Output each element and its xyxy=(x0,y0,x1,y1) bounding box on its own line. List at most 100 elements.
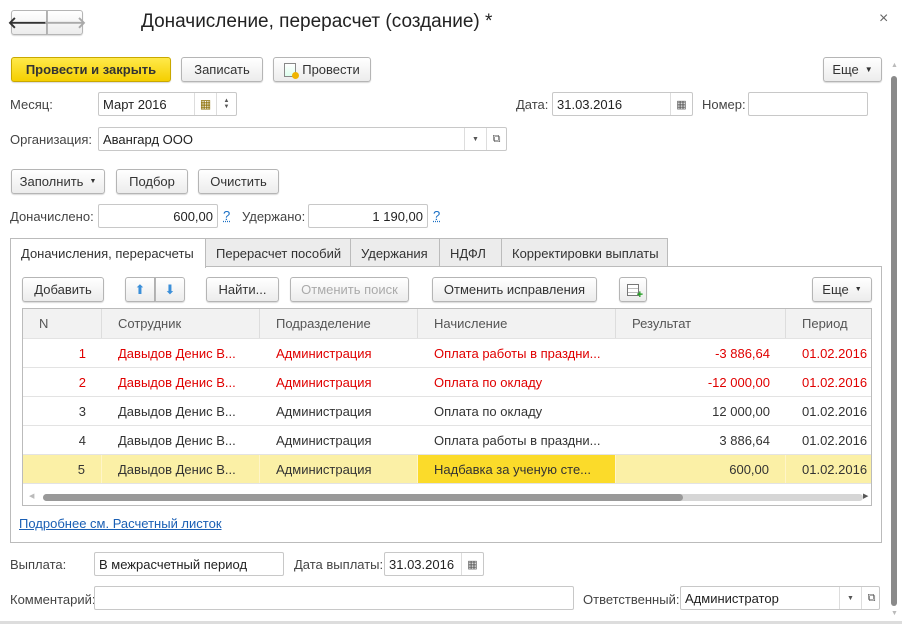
comment-field[interactable] xyxy=(94,586,574,610)
organization-field[interactable]: Авангард ООО ▼ ⧉ xyxy=(98,127,507,151)
post-and-close-button[interactable]: Провести и закрыть xyxy=(11,57,171,82)
responsible-field[interactable]: Администратор ▼ ⧉ xyxy=(680,586,880,610)
dropdown-icon[interactable]: ▼ xyxy=(464,128,486,150)
cell-accrual[interactable]: Оплата работы в праздни... xyxy=(418,339,616,367)
month-label: Месяц: xyxy=(10,97,53,112)
move-up-button[interactable]: ⬆ xyxy=(125,277,155,302)
header-col-result[interactable]: Результат xyxy=(616,309,786,338)
calendar-icon[interactable]: ▦ xyxy=(461,553,483,575)
cancel-corrections-button[interactable]: Отменить исправления xyxy=(432,277,597,302)
cell-period[interactable]: 01.02.2016 xyxy=(786,368,871,396)
cell-n[interactable]: 2 xyxy=(23,368,102,396)
cell-period[interactable]: 01.02.2016 xyxy=(786,397,871,425)
cell-n[interactable]: 5 xyxy=(23,455,102,483)
post-document-icon xyxy=(284,62,300,79)
number-field[interactable] xyxy=(748,92,868,116)
cell-department[interactable]: Администрация xyxy=(260,397,418,425)
move-down-button[interactable]: ⬇ xyxy=(155,277,185,302)
cell-department[interactable]: Администрация xyxy=(260,426,418,454)
header-col-department[interactable]: Подразделение xyxy=(260,309,418,338)
scroll-left-icon[interactable]: ◀ xyxy=(29,492,34,500)
cell-n[interactable]: 4 xyxy=(23,426,102,454)
calendar-icon[interactable]: ▦ xyxy=(194,93,216,115)
open-icon[interactable]: ⧉ xyxy=(861,587,881,609)
cell-employee[interactable]: Давыдов Денис В... xyxy=(102,339,260,367)
open-icon[interactable]: ⧉ xyxy=(486,128,506,150)
cell-accrual[interactable]: Оплата по окладу xyxy=(418,397,616,425)
accruals-table: N Сотрудник Подразделение Начисление Результ… xyxy=(22,308,872,506)
spin-down-icon[interactable]: ▼ xyxy=(224,104,230,110)
cell-result[interactable]: 12 000,00 xyxy=(616,397,786,425)
table-row[interactable]: 1 Давыдов Денис В... Администрация Оплата р… xyxy=(23,339,871,368)
arrow-up-icon: ⬆ xyxy=(134,281,146,297)
month-spinner[interactable]: ▲ ▼ xyxy=(216,93,236,115)
tab-payout-corrections[interactable]: Корректировки выплаты xyxy=(501,238,668,267)
cell-employee[interactable]: Давыдов Денис В... xyxy=(102,455,260,483)
date-field[interactable]: 31.03.2016 ▦ xyxy=(552,92,693,116)
vertical-scrollbar[interactable]: ▲ ▼ xyxy=(889,62,900,622)
table-row[interactable]: 4 Давыдов Денис В... Администрация Оплата р… xyxy=(23,426,871,455)
add-button[interactable]: Добавить xyxy=(22,277,104,302)
tab-benefit-recalc[interactable]: Перерасчет пособий xyxy=(205,238,351,267)
cell-department[interactable]: Администрация xyxy=(260,368,418,396)
payslip-link[interactable]: Подробнее см. Расчетный листок xyxy=(19,516,222,531)
cell-accrual[interactable]: Оплата по окладу xyxy=(418,368,616,396)
month-value: Март 2016 xyxy=(103,96,167,112)
post-button[interactable]: Провести xyxy=(273,57,371,82)
tab-ndfl[interactable]: НДФЛ xyxy=(439,238,502,267)
cell-result[interactable]: -3 886,64 xyxy=(616,339,786,367)
dropdown-icon[interactable]: ▼ xyxy=(839,587,861,609)
tab-deductions[interactable]: Удержания xyxy=(350,238,440,267)
cell-n[interactable]: 1 xyxy=(23,339,102,367)
payout-date-label: Дата выплаты: xyxy=(294,557,384,572)
cell-employee[interactable]: Давыдов Денис В... xyxy=(102,397,260,425)
table-row[interactable]: 5 Давыдов Денис В... Администрация Надбавка… xyxy=(23,455,871,484)
close-icon[interactable]: × xyxy=(879,10,888,28)
cell-accrual[interactable]: Оплата работы в праздни... xyxy=(418,426,616,454)
table-row[interactable]: 3 Давыдов Денис В... Администрация Оплата п… xyxy=(23,397,871,426)
cell-employee[interactable]: Давыдов Денис В... xyxy=(102,426,260,454)
scroll-down-icon[interactable]: ▼ xyxy=(891,610,898,617)
cancel-search-button[interactable]: Отменить поиск xyxy=(290,277,409,302)
back-button[interactable]: 🡐 xyxy=(8,10,50,35)
payout-field[interactable]: В межрасчетный период xyxy=(94,552,284,576)
pick-button[interactable]: Подбор xyxy=(116,169,188,194)
clear-button[interactable]: Очистить xyxy=(198,169,279,194)
save-button[interactable]: Записать xyxy=(181,57,263,82)
withheld-help-icon[interactable]: ? xyxy=(433,208,440,223)
find-button[interactable]: Найти... xyxy=(206,277,279,302)
more-button[interactable]: Еще ▼ xyxy=(823,57,882,82)
cell-result[interactable]: 3 886,64 xyxy=(616,426,786,454)
cell-result[interactable]: -12 000,00 xyxy=(616,368,786,396)
cell-period[interactable]: 01.02.2016 xyxy=(786,339,871,367)
header-col-employee[interactable]: Сотрудник xyxy=(102,309,260,338)
calendar-icon[interactable]: ▦ xyxy=(670,93,692,115)
fill-button[interactable]: Заполнить ▼ xyxy=(11,169,105,194)
tab-accruals[interactable]: Доначисления, перерасчеты xyxy=(10,238,206,268)
add-table-row-button[interactable]: + xyxy=(619,277,647,302)
month-field[interactable]: Март 2016 ▦ ▲ ▼ xyxy=(98,92,237,116)
cell-period[interactable]: 01.02.2016 xyxy=(786,426,871,454)
scroll-thumb[interactable] xyxy=(891,76,897,606)
payout-date-field[interactable]: 31.03.2016 ▦ xyxy=(384,552,484,576)
table-more-button[interactable]: Еще ▼ xyxy=(812,277,872,302)
cell-n[interactable]: 3 xyxy=(23,397,102,425)
header-col-period[interactable]: Период xyxy=(786,309,871,338)
header-col-accrual[interactable]: Начисление xyxy=(418,309,616,338)
responsible-label: Ответственный: xyxy=(583,592,680,607)
cell-employee[interactable]: Давыдов Денис В... xyxy=(102,368,260,396)
table-more-label: Еще xyxy=(822,282,849,297)
cell-period[interactable]: 01.02.2016 xyxy=(786,455,871,483)
scroll-thumb[interactable] xyxy=(43,494,683,501)
table-row[interactable]: 2 Давыдов Денис В... Администрация Оплата п… xyxy=(23,368,871,397)
header-col-n[interactable]: N xyxy=(23,309,102,338)
forward-button[interactable]: 🡒 xyxy=(44,10,86,35)
cell-department[interactable]: Администрация xyxy=(260,339,418,367)
cell-result[interactable]: 600,00 xyxy=(616,455,786,483)
horizontal-scrollbar[interactable]: ◀ ▶ xyxy=(23,490,871,505)
accrued-help-icon[interactable]: ? xyxy=(223,208,230,223)
cell-department[interactable]: Администрация xyxy=(260,455,418,483)
scroll-right-icon[interactable]: ▶ xyxy=(863,492,868,500)
cell-accrual[interactable]: Надбавка за ученую сте... xyxy=(418,455,616,483)
scroll-up-icon[interactable]: ▲ xyxy=(891,62,898,69)
